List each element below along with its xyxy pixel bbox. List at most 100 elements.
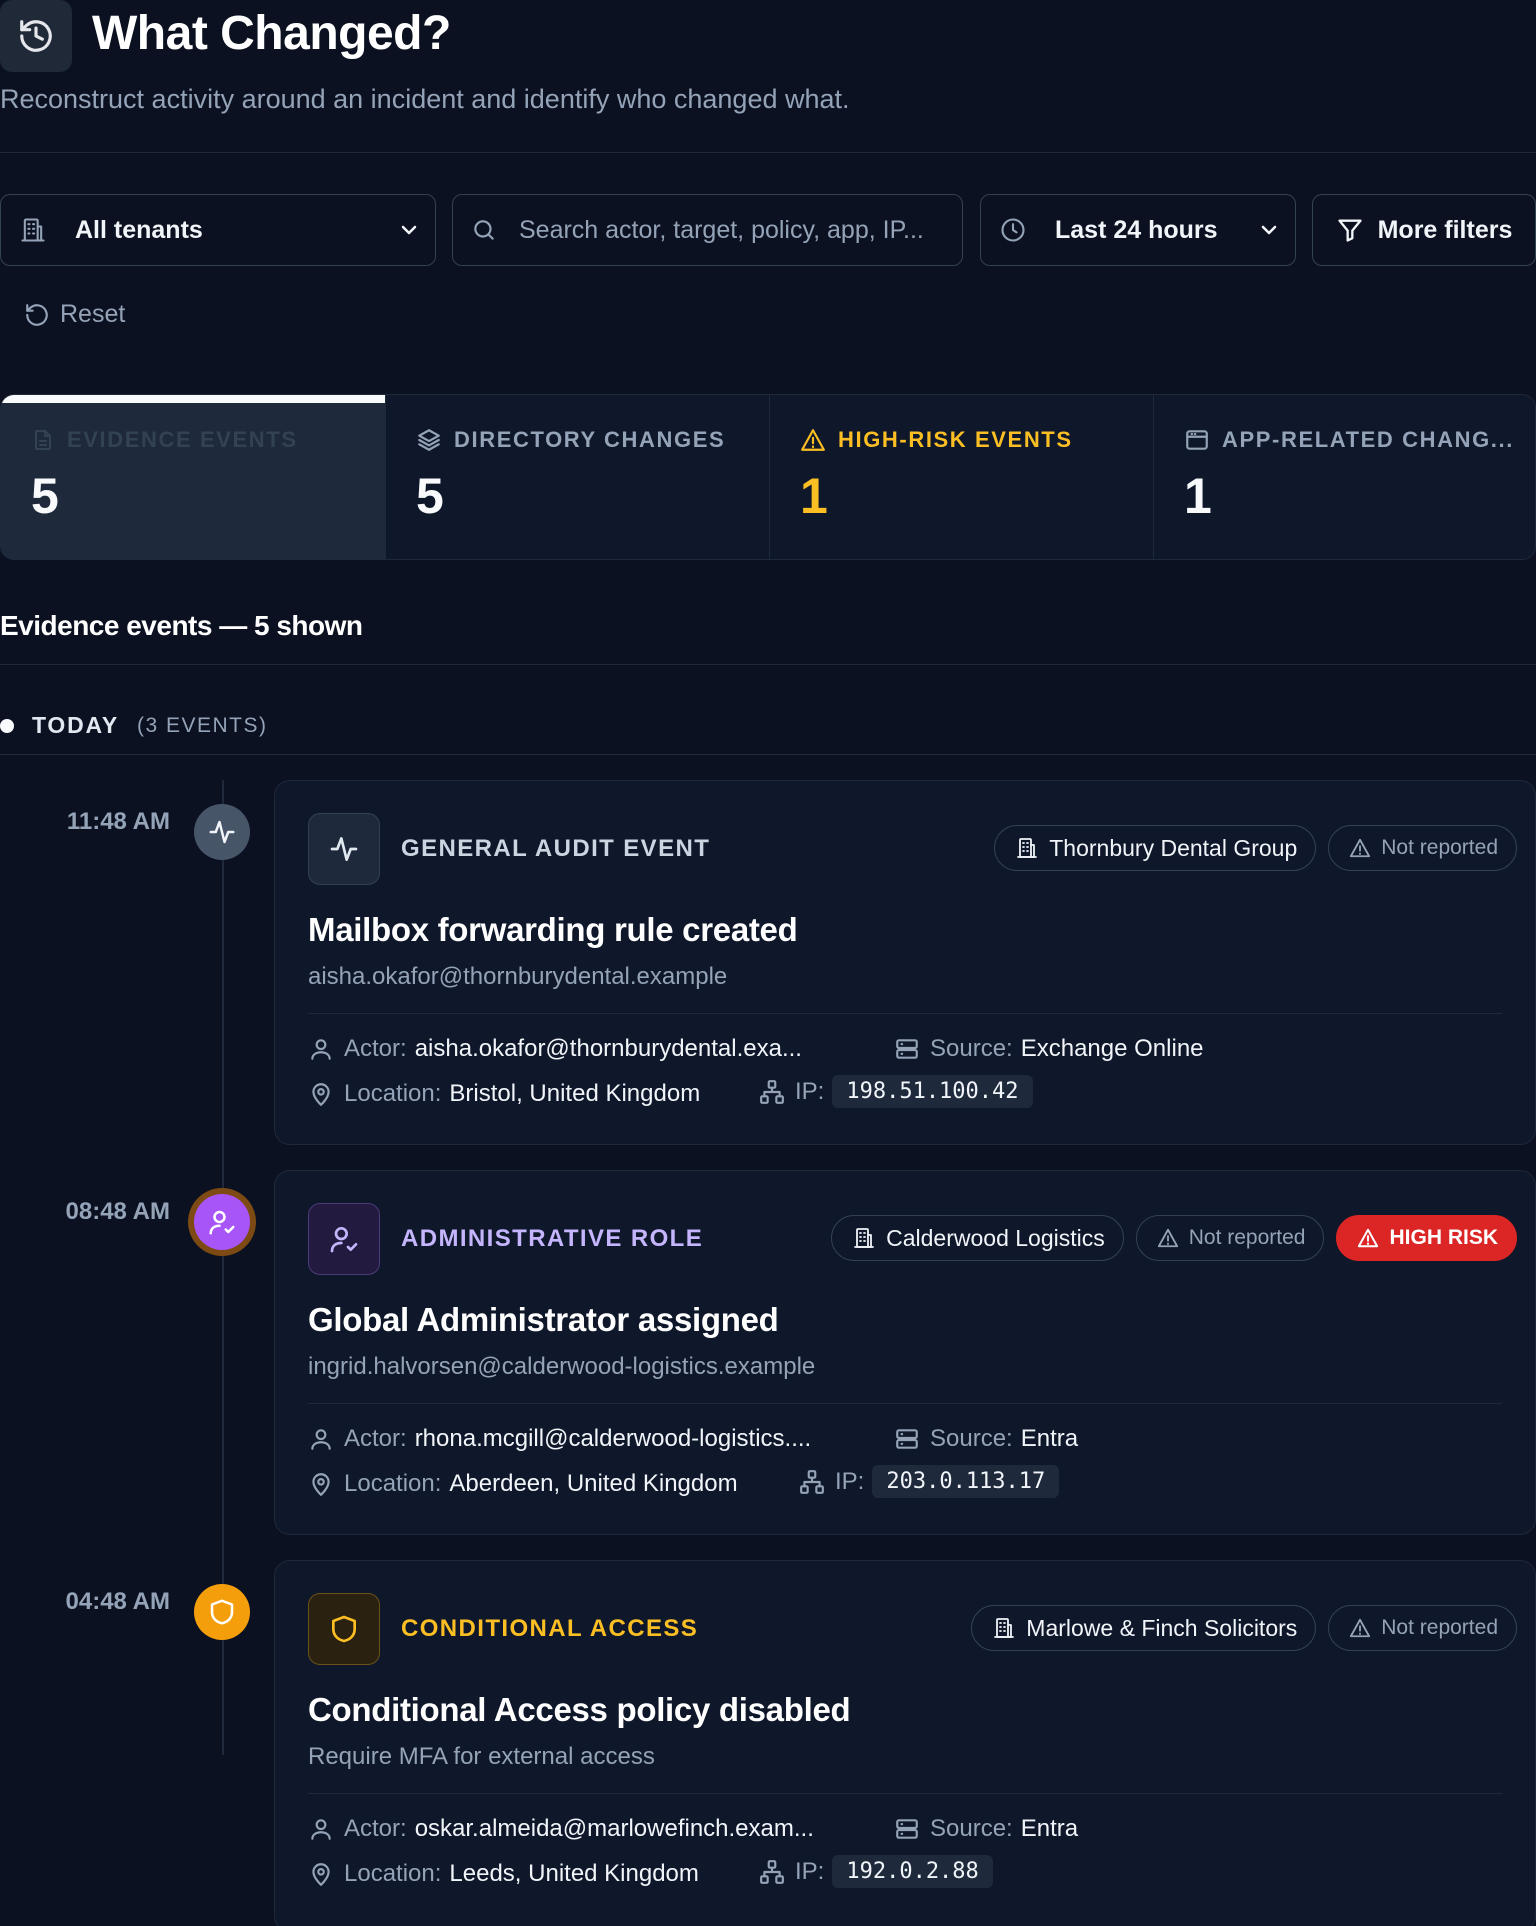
source-field: Source: Entra xyxy=(894,1815,1078,1843)
event-title: Global Administrator assigned xyxy=(308,1301,779,1338)
user-check-icon xyxy=(328,1223,360,1255)
history-icon xyxy=(0,0,72,72)
document-icon xyxy=(31,428,67,452)
location-label: Location: xyxy=(344,1860,442,1887)
location-value: Aberdeen, United Kingdom xyxy=(449,1470,738,1497)
location-label: Location: xyxy=(344,1470,442,1497)
section-title: Evidence events — 5 shown xyxy=(0,610,363,641)
building-icon xyxy=(852,1226,886,1250)
event-type: GENERAL AUDIT EVENT xyxy=(401,835,711,862)
actor-label: Actor: xyxy=(344,1815,407,1842)
more-filters-button[interactable]: More filters xyxy=(1312,194,1536,266)
stat-tabs: EVIDENCE EVENTS 5 DIRECTORY CHANGES 5 HI… xyxy=(0,394,1536,560)
location-value: Bristol, United Kingdom xyxy=(449,1080,701,1107)
reported-status-badge: Not reported xyxy=(1135,1215,1325,1261)
network-icon xyxy=(759,1079,795,1105)
activity-icon xyxy=(207,817,237,847)
event-time: 04:48 AM xyxy=(65,1588,170,1615)
group-divider xyxy=(0,754,1536,755)
actor-field: Actor: oskar.almeida@marlowefinch.exam..… xyxy=(308,1815,814,1843)
source-field: Source: Entra xyxy=(894,1425,1078,1453)
warning-icon xyxy=(1357,1227,1389,1249)
network-icon xyxy=(799,1469,835,1495)
reset-icon xyxy=(24,302,60,328)
building-icon xyxy=(992,1616,1026,1640)
server-icon xyxy=(894,1036,930,1062)
event-target: Require MFA for external access xyxy=(308,1743,655,1770)
event-card[interactable]: ADMINISTRATIVE ROLE Calderwood Logistics… xyxy=(274,1170,1536,1535)
ip-label: IP: xyxy=(795,1857,825,1885)
actor-label: Actor: xyxy=(344,1035,407,1062)
active-tab-indicator xyxy=(1,395,385,403)
time-range-value: Last 24 hours xyxy=(1055,215,1218,244)
user-icon xyxy=(308,1426,344,1452)
reset-label: Reset xyxy=(60,300,126,328)
tenant-badge[interactable]: Calderwood Logistics xyxy=(831,1215,1124,1261)
building-icon xyxy=(19,216,47,244)
event-card[interactable]: CONDITIONAL ACCESS Marlowe & Finch Solic… xyxy=(274,1560,1536,1926)
event-title: Mailbox forwarding rule created xyxy=(308,911,798,948)
user-icon xyxy=(308,1036,344,1062)
timeline-node xyxy=(194,1194,250,1250)
layers-icon xyxy=(416,427,454,453)
map-pin-icon xyxy=(308,1471,344,1497)
ip-field: IP: 192.0.2.88 xyxy=(759,1855,993,1888)
ip-value: 198.51.100.42 xyxy=(832,1075,1033,1108)
warning-icon xyxy=(800,427,838,453)
page-subtitle: Reconstruct activity around an incident … xyxy=(0,84,850,114)
tenant-name: Calderwood Logistics xyxy=(886,1224,1105,1251)
group-count: (3 EVENTS) xyxy=(136,713,268,737)
group-label: TODAY xyxy=(32,712,119,738)
tab-app-related-changes[interactable]: APP-RELATED CHANG... 1 xyxy=(1154,395,1535,559)
network-icon xyxy=(759,1859,795,1885)
tab-evidence-events[interactable]: EVIDENCE EVENTS 5 xyxy=(1,395,386,559)
timeline-node xyxy=(194,804,250,860)
actor-value: aisha.okafor@thornburydental.exa... xyxy=(414,1035,802,1062)
source-label: Source: xyxy=(930,1035,1013,1062)
source-value: Entra xyxy=(1020,1815,1079,1842)
tab-high-risk-events[interactable]: HIGH-RISK EVENTS 1 xyxy=(770,395,1154,559)
source-value: Entra xyxy=(1020,1425,1079,1452)
building-icon xyxy=(1015,836,1049,860)
warning-icon xyxy=(1349,1617,1381,1639)
location-field: Location: Bristol, United Kingdom xyxy=(308,1080,700,1108)
actor-label: Actor: xyxy=(344,1425,407,1452)
high-risk-badge: HIGH RISK xyxy=(1336,1215,1517,1261)
tab-directory-changes[interactable]: DIRECTORY CHANGES 5 xyxy=(386,395,770,559)
ip-value: 203.0.113.17 xyxy=(872,1465,1060,1498)
stat-label: HIGH-RISK EVENTS xyxy=(838,427,1073,452)
ip-label: IP: xyxy=(835,1467,865,1495)
time-range-select[interactable]: Last 24 hours xyxy=(980,194,1296,266)
reset-button[interactable]: Reset xyxy=(24,300,125,329)
source-label: Source: xyxy=(930,1815,1013,1842)
event-target: ingrid.halvorsen@calderwood-logistics.ex… xyxy=(308,1353,816,1380)
date-group-header: TODAY (3 EVENTS) xyxy=(0,712,268,739)
tenant-select-value: All tenants xyxy=(75,215,203,244)
location-field: Location: Leeds, United Kingdom xyxy=(308,1860,699,1888)
ip-value: 192.0.2.88 xyxy=(832,1855,993,1888)
event-card[interactable]: GENERAL AUDIT EVENT Thornbury Dental Gro… xyxy=(274,780,1536,1145)
tenant-name: Thornbury Dental Group xyxy=(1049,834,1298,861)
tenant-select[interactable]: All tenants xyxy=(0,194,436,266)
card-divider xyxy=(308,1403,1502,1404)
risk-label: HIGH RISK xyxy=(1389,1226,1498,1249)
chevron-down-icon xyxy=(1257,218,1281,242)
stat-label: EVIDENCE EVENTS xyxy=(67,427,298,452)
timeline-node xyxy=(194,1584,250,1640)
stat-value: 1 xyxy=(1184,468,1212,524)
ip-field: IP: 198.51.100.42 xyxy=(759,1075,1033,1108)
reported-status: Not reported xyxy=(1381,1616,1498,1639)
event-type-icon-box xyxy=(308,1203,380,1275)
chevron-down-icon xyxy=(397,218,421,242)
tenant-badge[interactable]: Marlowe & Finch Solicitors xyxy=(971,1605,1317,1651)
actor-field: Actor: aisha.okafor@thornburydental.exa.… xyxy=(308,1035,802,1063)
tenant-badge[interactable]: Thornbury Dental Group xyxy=(994,825,1317,871)
page-title: What Changed? xyxy=(92,7,451,60)
card-divider xyxy=(308,1793,1502,1794)
search-box[interactable] xyxy=(452,194,963,266)
search-input[interactable] xyxy=(519,195,939,265)
event-time: 08:48 AM xyxy=(65,1198,170,1225)
more-filters-label: More filters xyxy=(1377,215,1513,244)
event-type: ADMINISTRATIVE ROLE xyxy=(401,1225,704,1252)
stat-value: 5 xyxy=(416,468,444,524)
